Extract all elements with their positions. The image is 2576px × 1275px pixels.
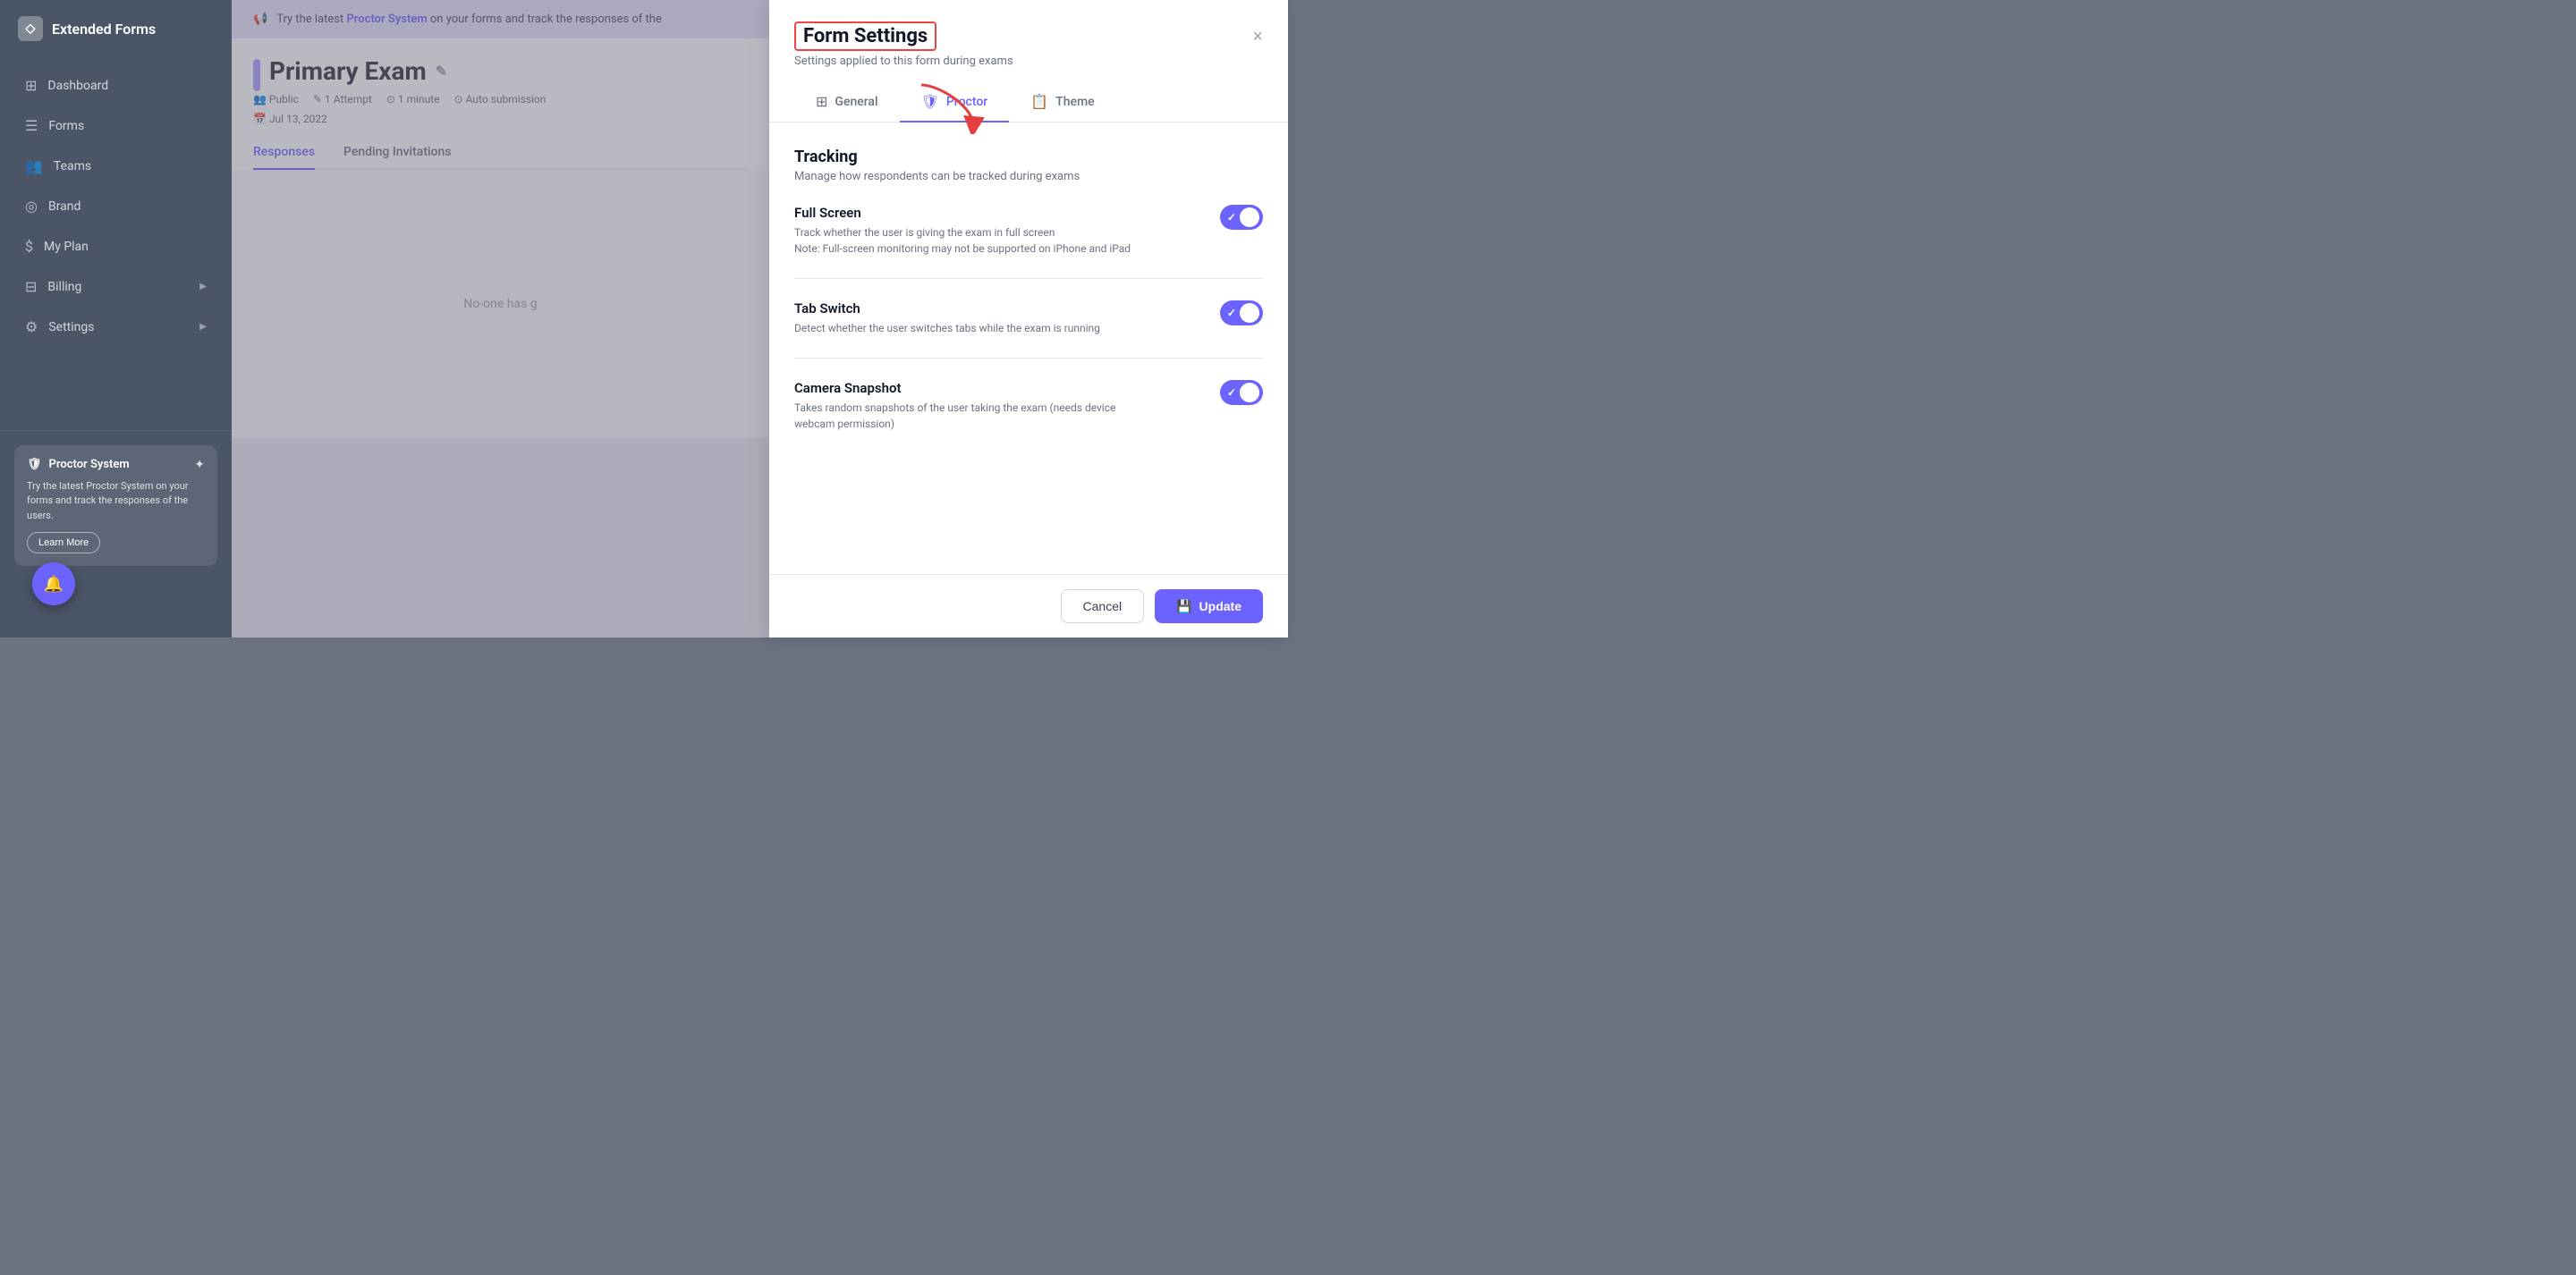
tab-general[interactable]: ⊞ General <box>794 82 900 122</box>
sidebar: ◇ Extended Forms ⊞ Dashboard ☰ Forms 👥 T… <box>0 0 232 638</box>
tracking-item-full-screen: Full Screen Track whether the user is gi… <box>794 205 1263 257</box>
panel-subtitle: Settings applied to this form during exa… <box>794 55 1263 68</box>
sidebar-item-billing[interactable]: ⊟ Billing ▶ <box>7 267 225 306</box>
teams-icon: 👥 <box>25 157 43 174</box>
tracking-item-camera-snapshot: Camera Snapshot Takes random snapshots o… <box>794 380 1263 432</box>
sidebar-item-forms[interactable]: ☰ Forms <box>7 106 225 145</box>
divider-1 <box>794 278 1263 279</box>
full-screen-name: Full Screen <box>794 205 1131 221</box>
tab-switch-desc: Detect whether the user switches tabs wh… <box>794 320 1100 336</box>
sidebar-bottom: 🛡 Proctor System ✦ Try the latest Procto… <box>0 430 232 581</box>
sidebar-item-brand[interactable]: ◎ Brand <box>7 187 225 225</box>
full-screen-info: Full Screen Track whether the user is gi… <box>794 205 1131 257</box>
cancel-button[interactable]: Cancel <box>1061 589 1145 623</box>
sidebar-item-label: Billing <box>47 280 81 294</box>
proctor-promo-card: 🛡 Proctor System ✦ Try the latest Procto… <box>14 445 217 567</box>
general-tab-label: General <box>835 95 877 109</box>
tracking-item-tab-switch: Tab Switch Detect whether the user switc… <box>794 300 1263 336</box>
notification-fab[interactable]: 🔔 <box>32 562 75 605</box>
close-button[interactable]: × <box>1252 28 1263 46</box>
tab-theme[interactable]: 📋 Theme <box>1009 82 1115 122</box>
tab-proctor[interactable]: 🛡 Proctor <box>900 82 1010 122</box>
full-screen-desc: Track whether the user is giving the exa… <box>794 224 1131 257</box>
panel-title-row: Form Settings × <box>794 21 1263 51</box>
app-logo[interactable]: ◇ Extended Forms <box>0 0 232 57</box>
save-icon: 💾 <box>1176 599 1191 614</box>
panel-footer: Cancel 💾 Update <box>769 574 1288 638</box>
panel-tabs: ⊞ General 🛡 Proctor 📋 Theme <box>794 82 1263 122</box>
update-button[interactable]: 💾 Update <box>1155 589 1263 623</box>
shield-icon: 🛡 <box>27 458 42 471</box>
camera-snapshot-desc: Takes random snapshots of the user takin… <box>794 400 1134 432</box>
theme-tab-icon: 📋 <box>1030 93 1048 110</box>
proctor-card-header: 🛡 Proctor System ✦ <box>27 458 205 472</box>
sidebar-item-label: Teams <box>54 159 91 173</box>
sidebar-item-label: Dashboard <box>47 79 108 93</box>
tab-switch-info: Tab Switch Detect whether the user switc… <box>794 300 1100 336</box>
full-screen-toggle[interactable]: ✓ <box>1220 205 1263 230</box>
settings-icon: ⚙ <box>25 318 38 335</box>
main-content: 📢 Try the latest Proctor System on your … <box>232 0 769 638</box>
sidebar-item-teams[interactable]: 👥 Teams <box>7 147 225 185</box>
learn-more-button[interactable]: Learn More <box>27 532 100 553</box>
sidebar-item-my-plan[interactable]: $ My Plan <box>7 227 225 266</box>
tab-switch-toggle[interactable]: ✓ <box>1220 300 1263 325</box>
tracking-section-subtitle: Manage how respondents can be tracked du… <box>794 170 1263 183</box>
sidebar-item-settings[interactable]: ⚙ Settings ▶ <box>7 308 225 346</box>
sidebar-item-dashboard[interactable]: ⊞ Dashboard <box>7 66 225 105</box>
sidebar-item-label: Forms <box>48 119 84 133</box>
forms-icon: ☰ <box>25 117 38 134</box>
sidebar-item-label: Brand <box>48 199 80 214</box>
proctor-tab-icon: 🛡 <box>921 93 939 110</box>
proctor-card-title: 🛡 Proctor System <box>27 458 130 471</box>
update-label: Update <box>1199 599 1241 613</box>
theme-tab-label: Theme <box>1055 95 1095 109</box>
proctor-tab-label: Proctor <box>946 95 987 109</box>
plan-icon: $ <box>25 238 33 255</box>
sidebar-item-label: My Plan <box>44 240 89 254</box>
panel-title: Form Settings <box>794 21 936 51</box>
brand-icon: ◎ <box>25 198 38 215</box>
camera-snapshot-name: Camera Snapshot <box>794 380 1134 396</box>
camera-snapshot-toggle[interactable]: ✓ <box>1220 380 1263 405</box>
notification-icon: 🔔 <box>44 575 64 594</box>
tracking-section-title: Tracking <box>794 148 1263 166</box>
logo-icon: ◇ <box>18 16 43 41</box>
stars-icon: ✦ <box>194 458 205 472</box>
billing-icon: ⊟ <box>25 278 37 295</box>
panel-header: Form Settings × Settings applied to this… <box>769 0 1288 122</box>
dashboard-icon: ⊞ <box>25 77 37 94</box>
camera-snapshot-info: Camera Snapshot Takes random snapshots o… <box>794 380 1134 432</box>
general-tab-icon: ⊞ <box>816 93 827 110</box>
sidebar-item-label: Settings <box>48 320 94 334</box>
app-name: Extended Forms <box>52 21 156 38</box>
form-settings-panel: Form Settings × Settings applied to this… <box>769 0 1288 638</box>
sidebar-nav: ⊞ Dashboard ☰ Forms 👥 Teams ◎ Brand $ My… <box>0 57 232 430</box>
main-overlay <box>232 0 769 638</box>
panel-body: Tracking Manage how respondents can be t… <box>769 122 1288 574</box>
divider-2 <box>794 358 1263 359</box>
proctor-card-text: Try the latest Proctor System on your fo… <box>27 479 205 524</box>
tab-switch-name: Tab Switch <box>794 300 1100 317</box>
